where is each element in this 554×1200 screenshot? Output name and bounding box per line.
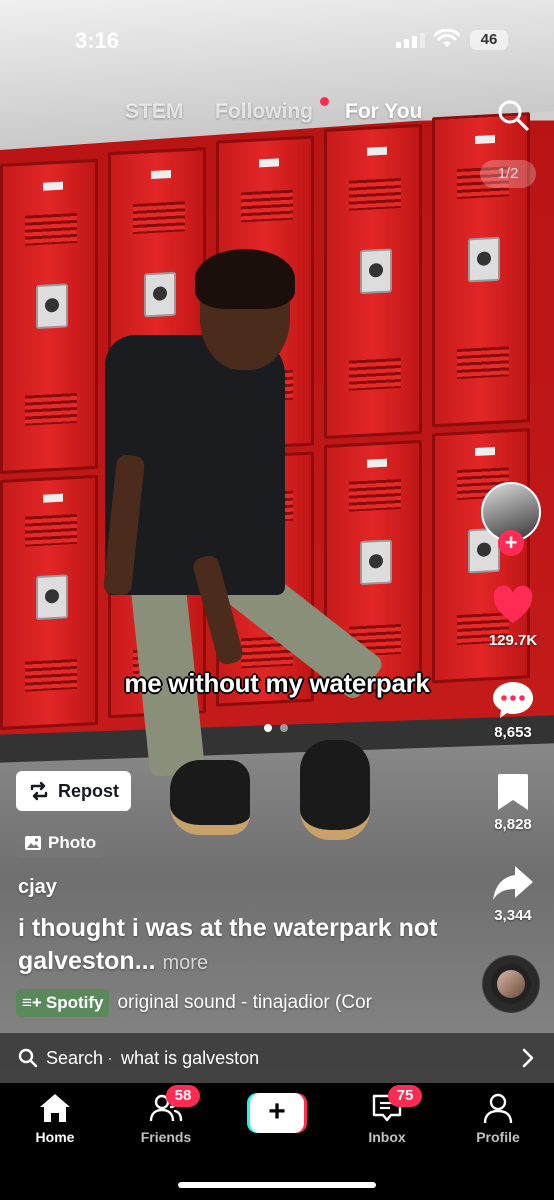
following-new-dot (320, 97, 329, 106)
repost-label: Repost (58, 780, 120, 801)
carousel-dots (264, 724, 288, 732)
tab-following[interactable]: Following (215, 100, 313, 124)
tab-inbox-label: Inbox (368, 1129, 406, 1145)
search-separator: · (107, 1047, 114, 1068)
share-count: 3,344 (494, 907, 532, 924)
top-nav: STEM Following For You (0, 100, 554, 130)
tab-profile[interactable]: Profile (453, 1091, 543, 1145)
inbox-badge: 75 (388, 1085, 422, 1107)
status-bar: 3:16 46 (0, 0, 554, 80)
home-indicator[interactable] (178, 1182, 376, 1188)
tab-home-label: Home (35, 1129, 75, 1145)
create-button[interactable]: + (247, 1093, 307, 1133)
search-suggestion-bar[interactable]: Search · what is galveston (0, 1033, 554, 1083)
signal-icon (396, 32, 425, 48)
image-counter: 1/2 (480, 160, 536, 188)
carousel-dot (280, 724, 288, 732)
search-icon[interactable] (496, 98, 530, 132)
follow-button[interactable]: + (498, 530, 524, 556)
search-label: Search (46, 1047, 104, 1068)
wifi-icon (434, 29, 460, 47)
photo-label: Photo (48, 833, 97, 852)
post-description[interactable]: i thought i was at the waterpark not gal… (18, 912, 438, 980)
add-to-spotify-icon: ≡+ (22, 993, 42, 1012)
music-disc[interactable] (483, 956, 539, 1012)
spotify-badge[interactable]: ≡+ Spotify (16, 989, 110, 1017)
save-count: 8,828 (494, 816, 532, 833)
tab-friends-label: Friends (140, 1129, 192, 1145)
repost-button[interactable]: Repost (16, 771, 132, 811)
tab-profile-label: Profile (476, 1129, 520, 1145)
plus-icon: + (250, 1093, 304, 1133)
repost-icon (30, 781, 48, 801)
creator-username[interactable]: cjay (18, 876, 57, 899)
like-count: 129.7K (488, 632, 538, 649)
more-link[interactable]: more (163, 952, 209, 974)
search-query: what is galveston (121, 1047, 260, 1068)
tab-stem[interactable]: STEM (125, 100, 183, 124)
profile-icon (483, 1093, 513, 1124)
comment-count: 8,653 (494, 724, 532, 741)
home-icon (40, 1094, 70, 1122)
heart-icon[interactable] (491, 584, 535, 628)
bookmark-icon[interactable] (491, 770, 535, 814)
photo-badge: Photo (16, 828, 105, 858)
share-icon[interactable] (491, 862, 535, 906)
search-bar-icon (18, 1048, 38, 1068)
friends-badge: 58 (166, 1085, 200, 1107)
person (95, 249, 386, 855)
sound-row[interactable]: ≡+ Spotify original sound - tinajadior (… (16, 988, 416, 1018)
chevron-right-icon (522, 1048, 534, 1068)
sound-name: original sound - tinajadior (Cor (117, 992, 372, 1013)
carousel-dot-active (264, 724, 272, 732)
spotify-label: Spotify (45, 993, 104, 1012)
description-text: i thought i was at the waterpark not gal… (18, 914, 438, 975)
tab-for-you[interactable]: For You (345, 100, 422, 124)
battery-indicator: 46 (470, 30, 508, 50)
photo-icon (25, 836, 41, 850)
overlay-caption: me without my waterpark (124, 668, 430, 698)
tab-home[interactable]: Home (10, 1091, 100, 1145)
status-time: 3:16 (75, 28, 120, 53)
